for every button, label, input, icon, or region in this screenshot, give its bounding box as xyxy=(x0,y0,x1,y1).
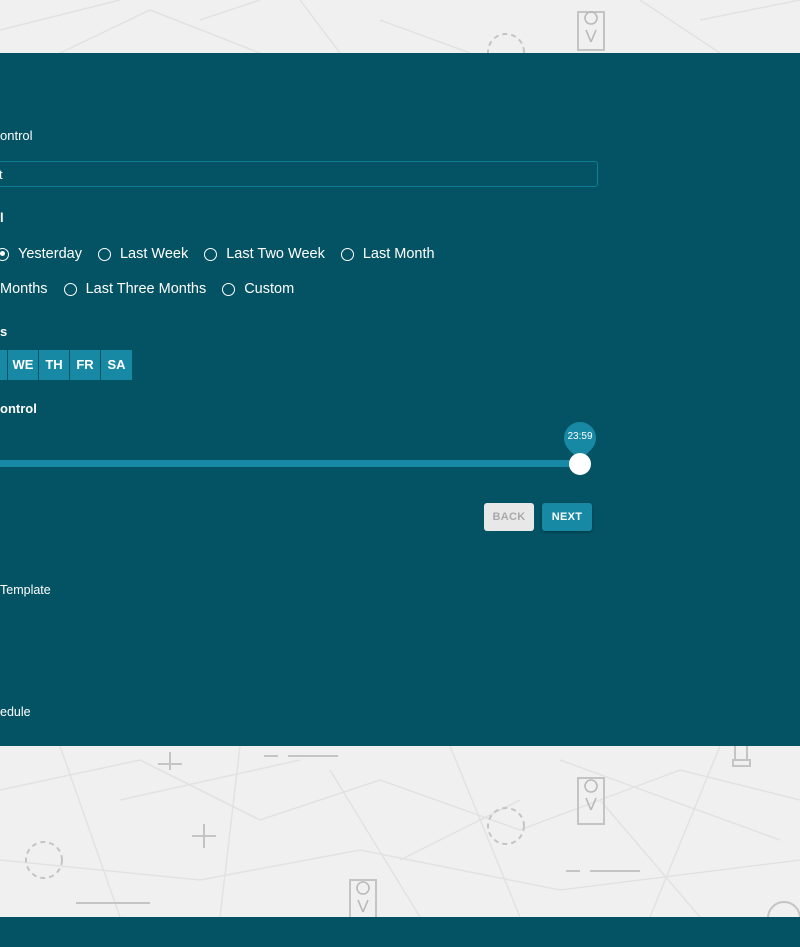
time-slider-thumb[interactable] xyxy=(569,453,591,475)
radio-unchecked-icon xyxy=(97,247,111,261)
radio-label: Last Two Week xyxy=(226,246,325,262)
radio-label: Last Month xyxy=(362,246,435,262)
weekday-selector: WE TH FR SA xyxy=(0,350,133,380)
text-input-field[interactable]: t xyxy=(0,161,598,187)
radio-unchecked-icon xyxy=(222,282,236,296)
radio-option-yesterday[interactable]: Yesterday xyxy=(0,246,82,262)
footer-bar xyxy=(0,917,800,947)
day-button-sa[interactable]: SA xyxy=(101,350,133,380)
day-button-th[interactable]: TH xyxy=(39,350,70,380)
schedule-step-label[interactable]: edule xyxy=(0,705,31,719)
radio-label: Yesterday xyxy=(18,246,82,262)
control-field-label: ontrol xyxy=(0,128,33,143)
radio-option-last-three-months[interactable]: Last Three Months xyxy=(63,281,207,297)
radio-unchecked-icon xyxy=(340,247,354,261)
radio-label: Custom xyxy=(244,281,295,297)
day-button-partial[interactable] xyxy=(0,350,8,380)
text-input-value: t xyxy=(0,167,3,182)
radio-label: Months xyxy=(0,281,48,297)
period-radio-row-1: Yesterday Last Week Last Two Week Last M… xyxy=(0,246,451,262)
template-step-label[interactable]: Template xyxy=(0,583,51,597)
day-button-we[interactable]: WE xyxy=(8,350,39,380)
time-control-label: ontrol xyxy=(0,401,37,416)
radio-option-custom[interactable]: Custom xyxy=(222,281,294,297)
radio-label: Last Week xyxy=(119,246,189,262)
day-button-fr[interactable]: FR xyxy=(70,350,101,380)
back-button[interactable]: BACK xyxy=(484,503,534,531)
period-group-label: l xyxy=(0,210,4,225)
time-slider-track[interactable] xyxy=(0,460,582,467)
radio-option-months[interactable]: Months xyxy=(0,281,48,297)
radio-option-last-week[interactable]: Last Week xyxy=(97,246,189,262)
radio-option-last-month[interactable]: Last Month xyxy=(340,246,435,262)
days-group-label: s xyxy=(0,324,8,339)
radio-label: Last Three Months xyxy=(85,281,207,297)
radio-option-last-two-week[interactable]: Last Two Week xyxy=(204,246,325,262)
next-button[interactable]: NEXT xyxy=(542,503,592,531)
slider-value-text: 23:59 xyxy=(567,431,593,442)
wizard-panel: ontrol t l Yesterday Last Week Last Two … xyxy=(0,53,800,746)
radio-unchecked-icon xyxy=(204,247,218,261)
radio-checked-icon xyxy=(0,247,9,261)
radio-unchecked-icon xyxy=(63,282,77,296)
period-radio-row-2: Months Last Three Months Custom xyxy=(0,281,310,297)
